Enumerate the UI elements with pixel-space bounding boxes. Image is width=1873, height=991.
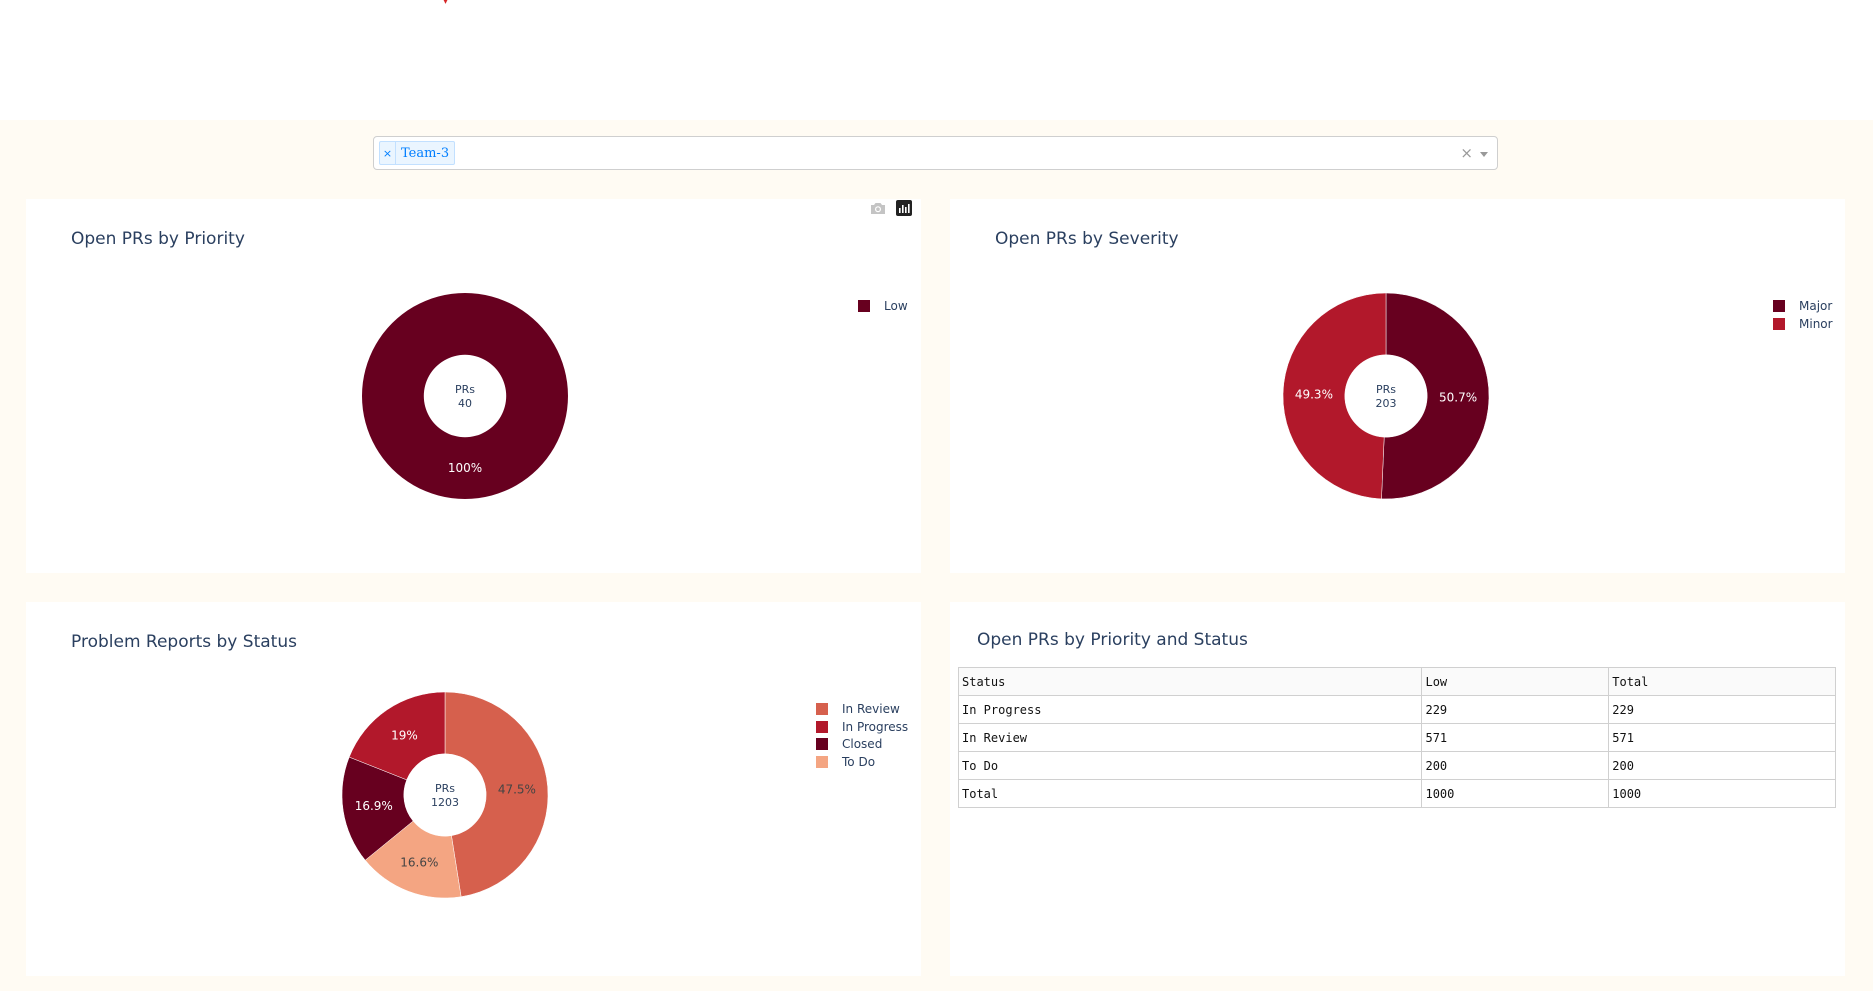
slice-percent-label: 19% [391,728,418,742]
slice-percent-label: 100% [448,461,482,475]
legend-label: To Do [842,754,876,769]
donut-center-value: 40 [458,397,472,410]
priority-donut-chart: 100% PRs40 [361,293,568,499]
table-cell: In Progress [957,695,1423,724]
table-cell: 1000 [1421,779,1610,808]
table-cell: In Review [957,723,1423,752]
slice-percent-label: 16.6% [400,855,438,869]
table-header-row: Status Low Total [957,667,1836,696]
selected-tag-team: × Team-3 [379,141,456,165]
legend-swatch [816,702,828,715]
legend-label: Closed [842,737,883,752]
status-legend: In Review In Progress Closed To Do [816,700,908,771]
legend-item[interactable]: Closed [816,735,908,753]
legend-label: In Review [842,701,900,716]
table-cell: 229 [1421,695,1610,724]
chart-modebar [870,200,912,216]
clear-icon[interactable]: × [1460,144,1473,162]
column-header: Status [957,667,1423,696]
slice-percent-label: 49.3% [1295,387,1333,401]
legend-item[interactable]: Minor [1773,315,1833,333]
slice-percent-label: 16.9% [355,799,393,813]
legend-swatch [1773,317,1785,330]
severity-legend: Major Minor [1773,297,1833,332]
status-chart-title: Problem Reports by Status [71,632,297,652]
camera-icon[interactable] [870,200,886,216]
table-cell: 571 [1608,723,1836,752]
table-row: Total 1000 1000 [957,779,1836,808]
legend-label: Major [1799,298,1833,313]
donut-center-label: PRs [1376,383,1396,396]
column-header: Low [1421,667,1610,696]
legend-swatch [816,738,828,751]
legend-item[interactable]: Major [1773,297,1833,315]
plotly-logo-icon[interactable] [896,200,912,216]
legend-item[interactable]: In Progress [816,718,908,736]
table-title: Open PRs by Priority and Status [977,630,1248,650]
top-header: ▾ [0,0,1873,120]
remove-tag-icon[interactable]: × [380,142,396,164]
table-row: In Progress 229 229 [957,695,1836,724]
donut-center-value: 1203 [431,796,459,809]
table-cell: Total [957,779,1423,808]
priority-chart-title: Open PRs by Priority [71,229,245,249]
status-donut-chart: 47.5% 16.6% 16.9% 19% PRs1203 [341,691,549,899]
table-cell: 229 [1608,695,1836,724]
donut-center-label: PRs [435,782,455,795]
legend-swatch [858,299,870,312]
legend-swatch [1773,299,1785,312]
legend-label: Low [884,298,908,313]
legend-item[interactable]: Low [858,297,908,315]
table-cell: 571 [1421,723,1610,752]
column-header: Total [1608,667,1836,696]
table-cell: 200 [1421,751,1610,780]
table-row: In Review 571 571 [957,723,1836,752]
legend-label: In Progress [842,719,909,734]
legend-item[interactable]: To Do [816,753,908,771]
team-filter-select[interactable]: × Team-3 × [373,136,1498,170]
legend-label: Minor [1799,316,1833,331]
donut-center-label: PRs [455,383,475,396]
caret-icon: ▾ [443,0,449,7]
dropdown-arrow-icon[interactable] [1480,152,1488,157]
donut-center-value: 203 [1376,397,1397,410]
table-cell: 1000 [1608,779,1836,808]
priority-status-table: Status Low Total In Progress 229 229 In … [957,667,1836,808]
slice-percent-label: 50.7% [1439,391,1477,405]
priority-legend: Low [858,297,908,315]
table-row: To Do 200 200 [957,751,1836,780]
table-cell: 200 [1608,751,1836,780]
table-cell: To Do [957,751,1423,780]
legend-item[interactable]: In Review [816,700,908,718]
tag-label: Team-3 [401,145,450,161]
severity-donut-chart: 50.7% 49.3% PRs203 [1282,292,1490,500]
legend-swatch [816,720,828,733]
severity-chart-title: Open PRs by Severity [995,229,1179,249]
legend-swatch [816,755,828,768]
slice-percent-label: 47.5% [498,782,536,796]
